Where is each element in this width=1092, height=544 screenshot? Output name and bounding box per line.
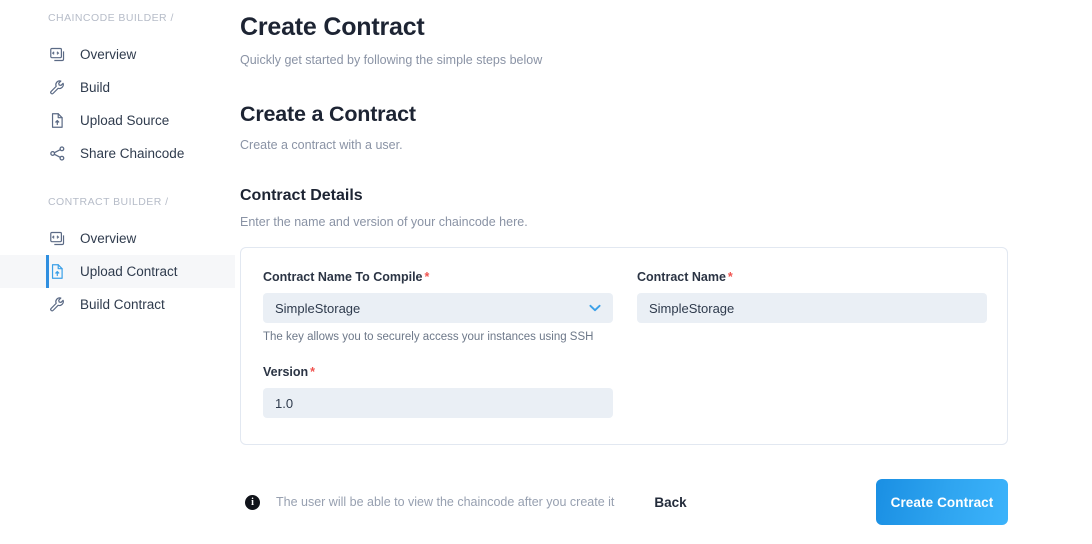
app-root: CHAINCODE BUILDER / Overview Build Uploa… (0, 0, 1092, 544)
contract-name-input[interactable]: SimpleStorage (637, 293, 987, 323)
contract-details-card: Contract Name To Compile * SimpleStorage … (240, 247, 1008, 445)
version-label: Version * (263, 365, 613, 379)
sidebar-section-chaincode-builder: CHAINCODE BUILDER / Overview Build Uploa… (0, 12, 235, 170)
page-title: Create Contract (240, 13, 425, 41)
sidebar-item-label: Overview (80, 46, 137, 62)
sidebar-item-label: Upload Contract (80, 263, 178, 279)
section-subtitle: Create a contract with a user. (240, 138, 403, 152)
back-button[interactable]: Back (646, 489, 694, 516)
contract-details-title: Contract Details (240, 187, 363, 204)
code-window-icon (48, 46, 66, 64)
sidebar-section-title: CONTRACT BUILDER / (48, 196, 169, 208)
contract-name-to-compile-select[interactable]: SimpleStorage (263, 293, 613, 323)
sidebar-item-build-contract[interactable]: Build Contract (0, 288, 235, 321)
sidebar: CHAINCODE BUILDER / Overview Build Uploa… (0, 0, 235, 544)
contract-details-subtitle: Enter the name and version of your chain… (240, 215, 528, 229)
section-title: Create a Contract (240, 102, 416, 126)
footer-info-text: The user will be able to view the chainc… (276, 495, 615, 509)
required-asterisk: * (310, 365, 316, 379)
sidebar-item-chaincode-overview[interactable]: Overview (0, 38, 235, 71)
label-text: Contract Name (637, 270, 726, 284)
document-upload-icon (48, 263, 66, 281)
label-text: Version (263, 365, 309, 379)
contract-name-label: Contract Name * (637, 270, 987, 284)
sidebar-section-contract-builder: CONTRACT BUILDER / Overview Upload Contr… (0, 196, 235, 321)
sidebar-item-build[interactable]: Build (0, 71, 235, 104)
sidebar-item-label: Upload Source (80, 112, 170, 128)
share-nodes-icon (48, 145, 66, 163)
sidebar-section-title: CHAINCODE BUILDER / (48, 12, 174, 24)
selected-value: SimpleStorage (275, 300, 361, 316)
sidebar-item-label: Share Chaincode (80, 145, 185, 161)
required-asterisk: * (424, 270, 430, 284)
sidebar-item-contract-overview[interactable]: Overview (0, 222, 235, 255)
field-contract-name: Contract Name * SimpleStorage (637, 270, 987, 343)
wrench-icon (48, 79, 66, 97)
version-input[interactable]: 1.0 (263, 388, 613, 418)
contract-name-to-compile-label: Contract Name To Compile * (263, 270, 613, 284)
code-window-icon (48, 230, 66, 248)
contract-name-to-compile-helper: The key allows you to securely access yo… (263, 331, 594, 343)
sidebar-item-share-chaincode[interactable]: Share Chaincode (0, 137, 235, 170)
sidebar-item-label: Build Contract (80, 296, 165, 312)
main-content: Create Contract Quickly get started by f… (235, 0, 1092, 544)
required-asterisk: * (727, 270, 733, 284)
info-icon: i (245, 494, 260, 510)
chevron-down-icon (589, 304, 601, 312)
page-subtitle: Quickly get started by following the sim… (240, 53, 543, 67)
version-value: 1.0 (275, 395, 294, 411)
label-text: Contract Name To Compile (263, 270, 423, 284)
document-upload-icon (48, 112, 66, 130)
create-contract-button[interactable]: Create Contract (876, 479, 1008, 525)
form-grid-empty-cell (637, 365, 987, 418)
sidebar-item-label: Build (80, 79, 111, 95)
sidebar-item-upload-contract[interactable]: Upload Contract (0, 255, 235, 288)
field-version: Version * 1.0 (263, 365, 613, 418)
sidebar-item-upload-source[interactable]: Upload Source (0, 104, 235, 137)
field-contract-name-to-compile: Contract Name To Compile * SimpleStorage … (263, 270, 613, 343)
wrench-icon (48, 296, 66, 314)
form-grid-row-1: Contract Name To Compile * SimpleStorage … (263, 270, 987, 343)
form-footer: i The user will be able to view the chai… (240, 479, 1008, 525)
contract-name-value: SimpleStorage (649, 300, 735, 316)
sidebar-item-label: Overview (80, 230, 137, 246)
form-grid-row-2: Version * 1.0 (263, 365, 985, 418)
